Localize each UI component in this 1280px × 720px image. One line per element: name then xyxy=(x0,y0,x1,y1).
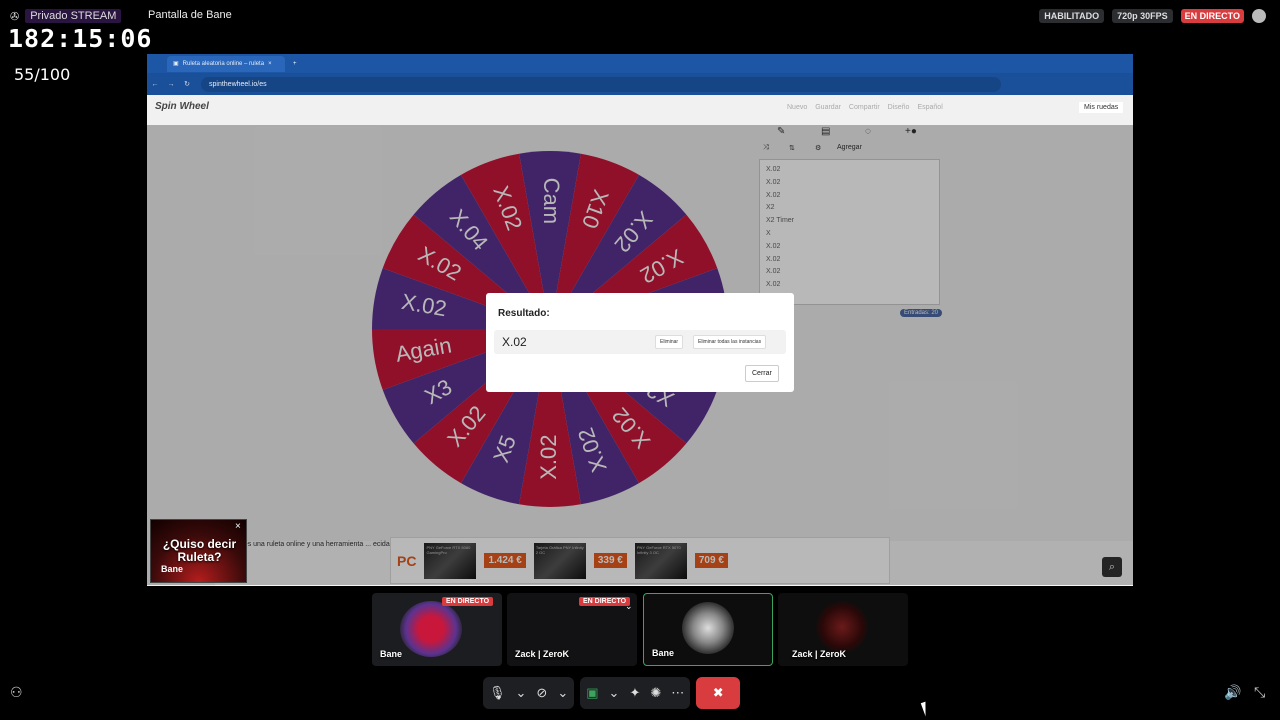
tab-favicon-icon: ▣ xyxy=(173,61,179,67)
browser-tabbar: ▣ Ruleta aleatoria online – ruleta × + xyxy=(147,54,1133,73)
activities-icon[interactable]: ✦ xyxy=(629,685,640,701)
live-badge: EN DIRECTO xyxy=(579,597,631,606)
nav-design[interactable]: Diseño xyxy=(888,104,910,111)
screen-share-icon[interactable]: ▣ xyxy=(586,685,598,701)
channel-name: Pantalla de Bane xyxy=(148,9,232,21)
server-label: ✇ Privado STREAM xyxy=(10,9,122,23)
chat-icon[interactable] xyxy=(1252,9,1266,23)
nav-language[interactable]: Español xyxy=(917,104,942,111)
hangup-button[interactable]: ✖ xyxy=(696,677,741,709)
browser-toolbar: ← → ↻ spinthewheel.io/es xyxy=(147,73,1133,95)
server-name: Privado STREAM xyxy=(25,9,122,23)
url-text: spinthewheel.io/es xyxy=(209,80,267,88)
volume-icon[interactable]: 🔊 xyxy=(1224,684,1241,701)
chevron-down-icon[interactable]: ⌄ xyxy=(609,685,620,701)
stream-icon: ✇ xyxy=(10,10,20,23)
timer-display: 182:15:06 xyxy=(8,24,153,53)
avatar xyxy=(682,602,734,654)
activity-controls: ▣ ⌄ ✦ ✺ ⋯ xyxy=(580,677,691,709)
popup-thumbnail[interactable]: × ¿Quiso decir Ruleta? Bane xyxy=(150,519,247,583)
nav-new[interactable]: Nuevo xyxy=(787,104,807,111)
add-friend-icon[interactable]: ⚇ xyxy=(10,684,23,701)
participant-tile[interactable]: Bane xyxy=(643,593,773,666)
quality-badge[interactable]: 720p 30FPS xyxy=(1112,9,1173,23)
site-nav: Nuevo Guardar Compartir Diseño Español xyxy=(787,104,943,111)
participant-name: Bane xyxy=(380,649,403,659)
result-value: X.02 xyxy=(502,335,527,349)
shared-screen-preview xyxy=(400,601,462,657)
enabled-badge: HABILITADO xyxy=(1039,9,1105,23)
microphone-icon[interactable]: 🎙 xyxy=(489,685,506,701)
close-button[interactable]: Cerrar xyxy=(745,365,779,382)
popup-name: Bane xyxy=(161,564,184,574)
hangup-icon: ✖ xyxy=(712,685,724,700)
live-badge: EN DIRECTO xyxy=(1180,9,1244,23)
delete-all-button[interactable]: Eliminar todas las instancias xyxy=(693,335,767,349)
delete-button[interactable]: Eliminar xyxy=(655,335,684,349)
popup-text: ¿Quiso decir Ruleta? xyxy=(162,537,237,564)
chevron-down-icon[interactable]: ⌄ xyxy=(557,685,568,701)
mouse-cursor xyxy=(920,701,931,717)
site-logo[interactable]: Spin Wheel xyxy=(155,101,209,112)
back-icon[interactable]: ← xyxy=(147,81,163,88)
exit-fullscreen-icon[interactable]: ⤡ xyxy=(1254,684,1265,701)
camera-off-icon[interactable]: ⊘ xyxy=(536,685,547,701)
participant-name: Bane xyxy=(652,648,675,658)
dialog-title: Resultado: xyxy=(498,308,550,319)
live-badge: EN DIRECTO xyxy=(442,597,494,606)
close-icon[interactable]: × xyxy=(235,521,241,532)
participant-name: Zack | ZeroK xyxy=(515,649,570,659)
my-wheels-button[interactable]: Mis ruedas xyxy=(1079,102,1124,113)
nav-save[interactable]: Guardar xyxy=(815,104,841,111)
progress-counter: 55/100 xyxy=(14,65,71,84)
result-row: X.02 Eliminar Eliminar todas las instanc… xyxy=(494,330,786,354)
participant-tile[interactable]: EN DIRECTO Zack | ZeroK ⌄ xyxy=(507,593,637,666)
shared-screen[interactable]: ▣ Ruleta aleatoria online – ruleta × + ←… xyxy=(147,54,1133,586)
reload-icon[interactable]: ↻ xyxy=(179,80,195,88)
forward-icon[interactable]: → xyxy=(163,81,179,88)
result-dialog: Resultado: X.02 Eliminar Eliminar todas … xyxy=(486,293,794,392)
new-tab-icon[interactable]: + xyxy=(293,61,297,67)
url-bar[interactable]: spinthewheel.io/es xyxy=(201,76,1001,92)
participant-name: Zack | ZeroK xyxy=(792,649,847,659)
chevron-down-icon[interactable]: ⌄ xyxy=(516,685,527,701)
stream-status: HABILITADO 720p 30FPS EN DIRECTO xyxy=(1039,9,1266,23)
nav-share[interactable]: Compartir xyxy=(849,104,880,111)
chevron-down-icon[interactable]: ⌄ xyxy=(625,601,633,612)
avatar xyxy=(816,601,868,653)
media-controls: 🎙 ⌄ ⊘ ⌄ xyxy=(483,677,575,709)
more-icon[interactable]: ⋯ xyxy=(671,685,684,701)
participant-tile[interactable]: EN DIRECTO Bane xyxy=(372,593,502,666)
soundboard-icon[interactable]: ✺ xyxy=(650,685,661,701)
tab-title: Ruleta aleatoria online – ruleta xyxy=(182,60,265,67)
close-icon[interactable]: × xyxy=(268,61,272,67)
site-header: Spin Wheel Nuevo Guardar Compartir Diseñ… xyxy=(147,95,1133,125)
call-controls: 🎙 ⌄ ⊘ ⌄ ▣ ⌄ ✦ ✺ ⋯ ✖ xyxy=(483,677,741,709)
browser-tab[interactable]: ▣ Ruleta aleatoria online – ruleta × xyxy=(167,55,285,72)
participant-tile[interactable]: Zack | ZeroK xyxy=(778,593,908,666)
